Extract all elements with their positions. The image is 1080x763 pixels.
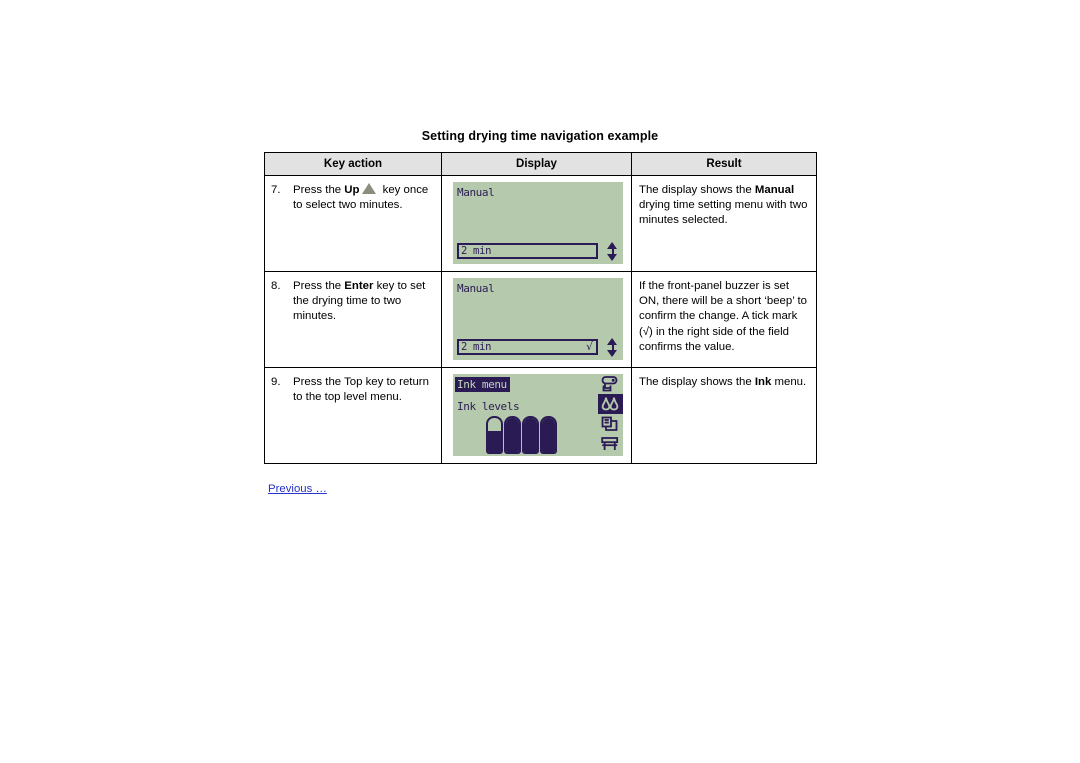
result-part: The display shows the [639, 376, 755, 388]
page-title: Setting drying time navigation example [421, 129, 659, 143]
lcd-screen: Manual 2 min [453, 182, 623, 264]
table-row: 7. Press the Up key once to select two m… [264, 175, 817, 272]
key-name: Enter [344, 280, 374, 292]
result-text: If the front-panel buzzer is set ON, the… [639, 280, 807, 353]
step-number: 7. [271, 184, 281, 196]
lcd-field-value: 2 min [461, 245, 492, 257]
table-row: 8. Press the Enter key to set the drying… [264, 271, 817, 368]
ink-cartridge-gauge [540, 416, 557, 454]
checkmark-icon: √ [585, 340, 593, 353]
scroll-updown-icon [606, 338, 619, 357]
pages-layout-icon[interactable] [598, 414, 623, 434]
lcd-screen-ink-menu: Ink menu Ink levels [453, 374, 623, 456]
result-part-bold: Ink [754, 376, 772, 388]
column-header-key-action: Key action [264, 152, 442, 176]
up-triangle-icon [362, 183, 377, 194]
lcd-menu-icon-strip [598, 374, 623, 456]
column-header-result: Result [631, 152, 817, 176]
step-instruction: Press the Up key once to select two minu… [293, 183, 436, 213]
result-cell: The display shows the Ink menu. [631, 367, 817, 464]
lcd-value-field: 2 min [457, 243, 598, 259]
printer-icon[interactable] [598, 434, 623, 454]
step-number: 8. [271, 280, 281, 292]
result-part: The display shows the [639, 184, 755, 196]
key-action-cell: 9. Press the Top key to return to the to… [264, 367, 442, 464]
lcd-title: Manual [457, 282, 495, 295]
paper-roll-icon[interactable] [598, 374, 623, 394]
lcd-field-value: 2 min [461, 341, 492, 353]
step-instruction: Press the Enter key to set the drying ti… [293, 279, 436, 325]
table-row: 9. Press the Top key to return to the to… [264, 367, 817, 464]
result-part-bold: Manual [754, 184, 795, 196]
ink-cartridge-gauge [486, 416, 503, 454]
document-page: Setting drying time navigation example K… [0, 0, 1080, 763]
result-text: The display shows the Ink menu. [632, 368, 816, 399]
key-action-cell: 8. Press the Enter key to set the drying… [264, 271, 442, 368]
instruction-prefix: Press the [293, 184, 345, 196]
result-text: The display shows the Manual drying time… [632, 176, 816, 238]
ink-cartridge-gauge [504, 416, 521, 454]
column-header-display: Display [441, 152, 632, 176]
display-cell: Ink menu Ink levels [441, 367, 632, 464]
instruction-prefix: Press the [293, 280, 345, 292]
result-part: drying time setting menu with two minute… [639, 199, 808, 227]
display-cell: Manual 2 min √ [441, 271, 632, 368]
result-part: menu. [771, 376, 807, 388]
previous-link[interactable]: Previous … [268, 483, 327, 495]
scroll-updown-icon [606, 242, 619, 261]
lcd-subtitle: Ink levels [457, 400, 520, 413]
key-action-cell: 7. Press the Up key once to select two m… [264, 175, 442, 272]
table-header-row: Key action Display Result [264, 152, 817, 176]
lcd-screen: Manual 2 min √ [453, 278, 623, 360]
ink-drop-icon[interactable] [598, 394, 623, 414]
navigation-example-table: Key action Display Result 7. Press the U… [264, 152, 817, 464]
lcd-value-field: 2 min √ [457, 339, 598, 355]
result-cell: The display shows the Manual drying time… [631, 175, 817, 272]
ink-level-gauges [486, 416, 557, 454]
lcd-title: Manual [457, 186, 495, 199]
lcd-title-highlighted: Ink menu [455, 377, 510, 392]
key-name: Up [344, 184, 360, 196]
display-cell: Manual 2 min [441, 175, 632, 272]
step-instruction: Press the Top key to return to the top l… [293, 376, 429, 404]
result-cell: If the front-panel buzzer is set ON, the… [631, 271, 817, 368]
ink-cartridge-gauge [522, 416, 539, 454]
step-number: 9. [271, 376, 281, 388]
